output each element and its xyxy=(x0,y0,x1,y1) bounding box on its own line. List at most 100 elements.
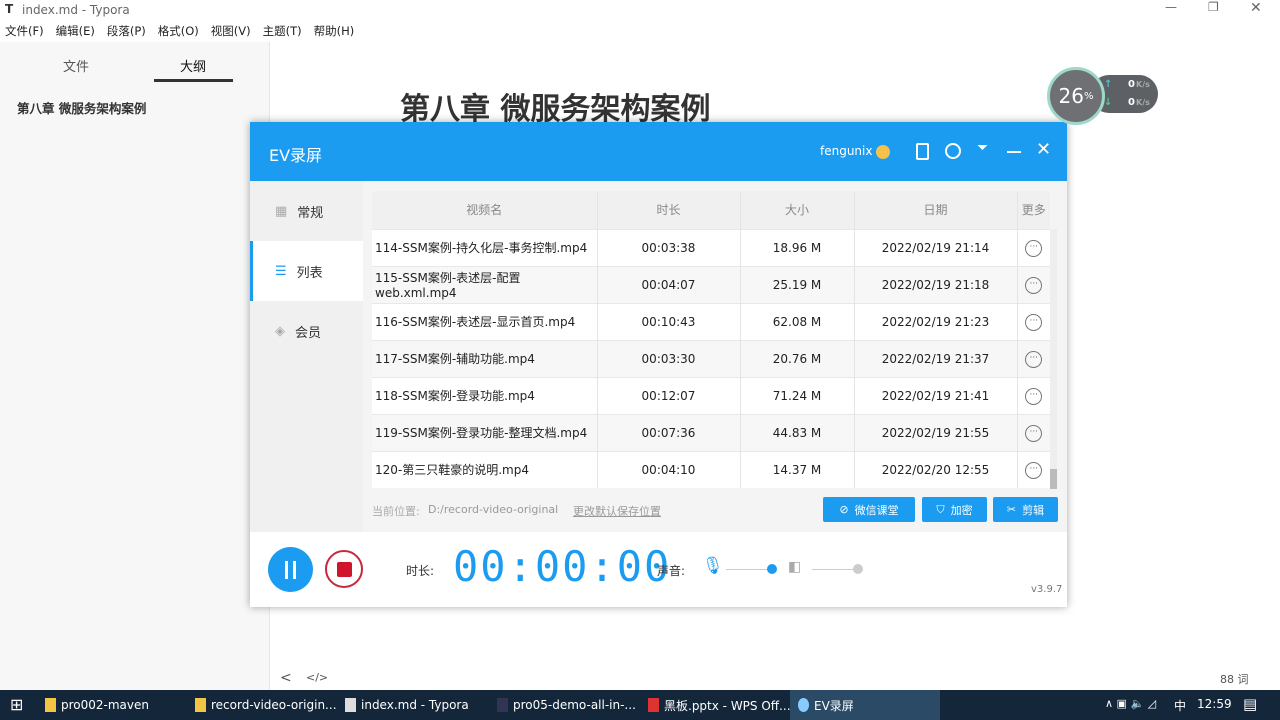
nav-list[interactable]: ☰ 列表 xyxy=(250,241,363,301)
more-options-icon[interactable]: ··· xyxy=(1025,351,1043,368)
taskbar-item-record-video[interactable]: record-video-origin... xyxy=(195,690,337,720)
video-name: 115-SSM案例-表述层-配置 web.xml.mp4 xyxy=(372,265,598,303)
video-name: 114-SSM案例-持久化层-事务控制.mp4 xyxy=(372,228,598,266)
edit-button[interactable]: ✂ 剪辑 xyxy=(993,497,1058,522)
outline-item[interactable]: 第八章 微服务架构案例 xyxy=(17,98,146,117)
button-label: 微信课堂 xyxy=(854,503,899,517)
cpu-value: 26 xyxy=(1058,84,1084,108)
windows-start-icon[interactable]: ⊞ xyxy=(10,695,23,714)
menu-paragraph[interactable]: 段落(P) xyxy=(107,23,146,39)
table-row[interactable]: 117-SSM案例-辅助功能.mp4 00:03:30 20.76 M 2022/02… xyxy=(372,339,1050,377)
cpu-unit: % xyxy=(1083,90,1094,102)
speaker-slider-handle[interactable] xyxy=(853,564,863,574)
folder-icon xyxy=(45,698,56,712)
taskbar-label: 黑板.pptx - WPS Off... xyxy=(664,698,791,713)
more-cell: ··· xyxy=(1017,228,1050,266)
close-icon[interactable]: ✕ xyxy=(1036,139,1051,160)
video-size: 18.96 M xyxy=(740,228,855,266)
sidebar-toggle-button[interactable]: < xyxy=(280,670,292,686)
change-location-link[interactable]: 更改默认保存位置 xyxy=(573,503,661,519)
menu-edit[interactable]: 编辑(E) xyxy=(56,23,95,39)
table-row[interactable]: 120-第三只鞋豪的说明.mp4 00:04:10 14.37 M 2022/02/2… xyxy=(372,450,1050,488)
mic-slider-handle[interactable] xyxy=(767,564,777,574)
duration-label: 时长: xyxy=(406,564,435,578)
cpu-usage-gauge[interactable]: 26% xyxy=(1047,67,1105,125)
stop-button[interactable] xyxy=(325,550,363,588)
more-options-icon[interactable]: ··· xyxy=(1025,388,1043,405)
table-row[interactable]: 116-SSM案例-表述层-显示首页.mp4 00:10:43 62.08 M 202… xyxy=(372,302,1050,340)
more-options-icon[interactable]: ··· xyxy=(1025,425,1043,442)
menu-view[interactable]: 视图(V) xyxy=(211,23,251,39)
nav-general[interactable]: ▦ 常规 xyxy=(250,181,363,241)
col-more: 更多 xyxy=(1017,191,1050,229)
more-options-icon[interactable]: ··· xyxy=(1025,314,1043,331)
video-size: 44.83 M xyxy=(740,413,855,451)
notification-icon[interactable]: ▤ xyxy=(1243,695,1257,713)
col-size[interactable]: 大小 xyxy=(740,191,855,229)
col-duration[interactable]: 时长 xyxy=(597,191,741,229)
minimize-button[interactable]: — xyxy=(1165,0,1177,14)
more-options-icon[interactable]: ··· xyxy=(1025,462,1043,480)
menu-theme[interactable]: 主题(T) xyxy=(263,23,302,39)
clock[interactable]: 12:59 xyxy=(1197,697,1232,711)
table-row[interactable]: 114-SSM案例-持久化层-事务控制.mp4 00:03:38 18.96 M 20… xyxy=(372,228,1050,266)
source-mode-button[interactable]: </> xyxy=(306,671,328,684)
speaker-volume-slider[interactable] xyxy=(812,569,857,570)
speaker-icon[interactable]: ◧ xyxy=(788,559,801,575)
restore-button[interactable]: ❐ xyxy=(1208,0,1219,14)
window-title: index.md - Typora xyxy=(22,3,130,17)
folder-icon xyxy=(195,698,206,712)
microphone-icon[interactable]: 🎙 xyxy=(702,556,724,576)
col-date[interactable]: 日期 xyxy=(854,191,1018,229)
video-size: 20.76 M xyxy=(740,339,855,377)
menu-format[interactable]: 格式(O) xyxy=(158,23,199,39)
table-row[interactable]: 118-SSM案例-登录功能.mp4 00:12:07 71.24 M 2022/02… xyxy=(372,376,1050,414)
tab-outline[interactable]: 大纲 xyxy=(180,56,206,75)
taskbar-item-pro002-maven[interactable]: pro002-maven xyxy=(45,690,149,720)
menu-file[interactable]: 文件(F) xyxy=(5,23,44,39)
table-row[interactable]: 115-SSM案例-表述层-配置 web.xml.mp4 00:04:07 25.1… xyxy=(372,265,1050,303)
video-date: 2022/02/19 21:55 xyxy=(854,413,1018,451)
location-path[interactable]: D:/record-video-original xyxy=(428,503,558,516)
video-name: 120-第三只鞋豪的说明.mp4 xyxy=(372,450,598,488)
col-name[interactable]: 视频名 xyxy=(372,191,598,229)
wechat-class-button[interactable]: ⊘ 微信课堂 xyxy=(823,497,915,522)
minimize-icon[interactable] xyxy=(1007,151,1021,153)
video-duration: 00:04:07 xyxy=(597,265,741,303)
tray-icons[interactable]: ∧ ▣ 🔈 ◿ xyxy=(1105,697,1156,710)
dropdown-menu-icon[interactable]: ⏷ xyxy=(977,140,988,156)
video-duration: 00:03:30 xyxy=(597,339,741,377)
more-options-icon[interactable]: ··· xyxy=(1025,277,1043,294)
more-cell: ··· xyxy=(1017,302,1050,340)
ev-list-panel: 视频名 时长 大小 日期 更多 114-SSM案例-持久化层-事务控制.mp4 0… xyxy=(363,181,1067,532)
taskbar-item-idea[interactable]: pro05-demo-all-in-... xyxy=(497,690,636,720)
word-count[interactable]: 88 词 xyxy=(1220,671,1249,687)
ev-header: EV录屏 fengunix ⏷ ✕ xyxy=(250,122,1067,181)
pause-button[interactable] xyxy=(268,547,313,592)
ev-title: EV录屏 xyxy=(269,146,323,165)
taskbar-item-typora[interactable]: index.md - Typora xyxy=(345,690,469,720)
typora-icon: T xyxy=(5,2,14,16)
button-label: 加密 xyxy=(950,503,973,517)
mobile-icon[interactable] xyxy=(916,143,929,160)
nav-member[interactable]: ◈ 会员 xyxy=(250,301,363,361)
upload-speed: 0 xyxy=(1128,79,1135,90)
grid-icon: ▦ xyxy=(275,203,288,219)
tab-files[interactable]: 文件 xyxy=(63,56,89,75)
close-button[interactable]: ✕ xyxy=(1250,0,1262,16)
table-row[interactable]: 119-SSM案例-登录功能-整理文档.mp4 00:07:36 44.83 M 20… xyxy=(372,413,1050,451)
username[interactable]: fengunix xyxy=(820,144,872,158)
stop-icon xyxy=(336,561,352,577)
taskbar-item-ev[interactable]: EV录屏 xyxy=(790,690,940,720)
ev-recorder-window: EV录屏 fengunix ⏷ ✕ ▦ 常规 ☰ 列表 ◈ 会员 视频名 时长 大小 … xyxy=(250,122,1067,607)
ev-sidebar: ▦ 常规 ☰ 列表 ◈ 会员 xyxy=(250,181,363,532)
menu-help[interactable]: 帮助(H) xyxy=(314,23,355,39)
ime-indicator[interactable]: 中 xyxy=(1174,697,1186,714)
settings-icon[interactable] xyxy=(945,143,961,159)
taskbar-item-wps[interactable]: 黑板.pptx - WPS Off... xyxy=(648,690,791,720)
encrypt-button[interactable]: ⛉ 加密 xyxy=(922,497,987,522)
more-cell: ··· xyxy=(1017,413,1050,451)
more-options-icon[interactable]: ··· xyxy=(1025,240,1043,257)
nav-label: 会员 xyxy=(295,325,322,341)
scrollbar[interactable] xyxy=(1050,229,1057,489)
